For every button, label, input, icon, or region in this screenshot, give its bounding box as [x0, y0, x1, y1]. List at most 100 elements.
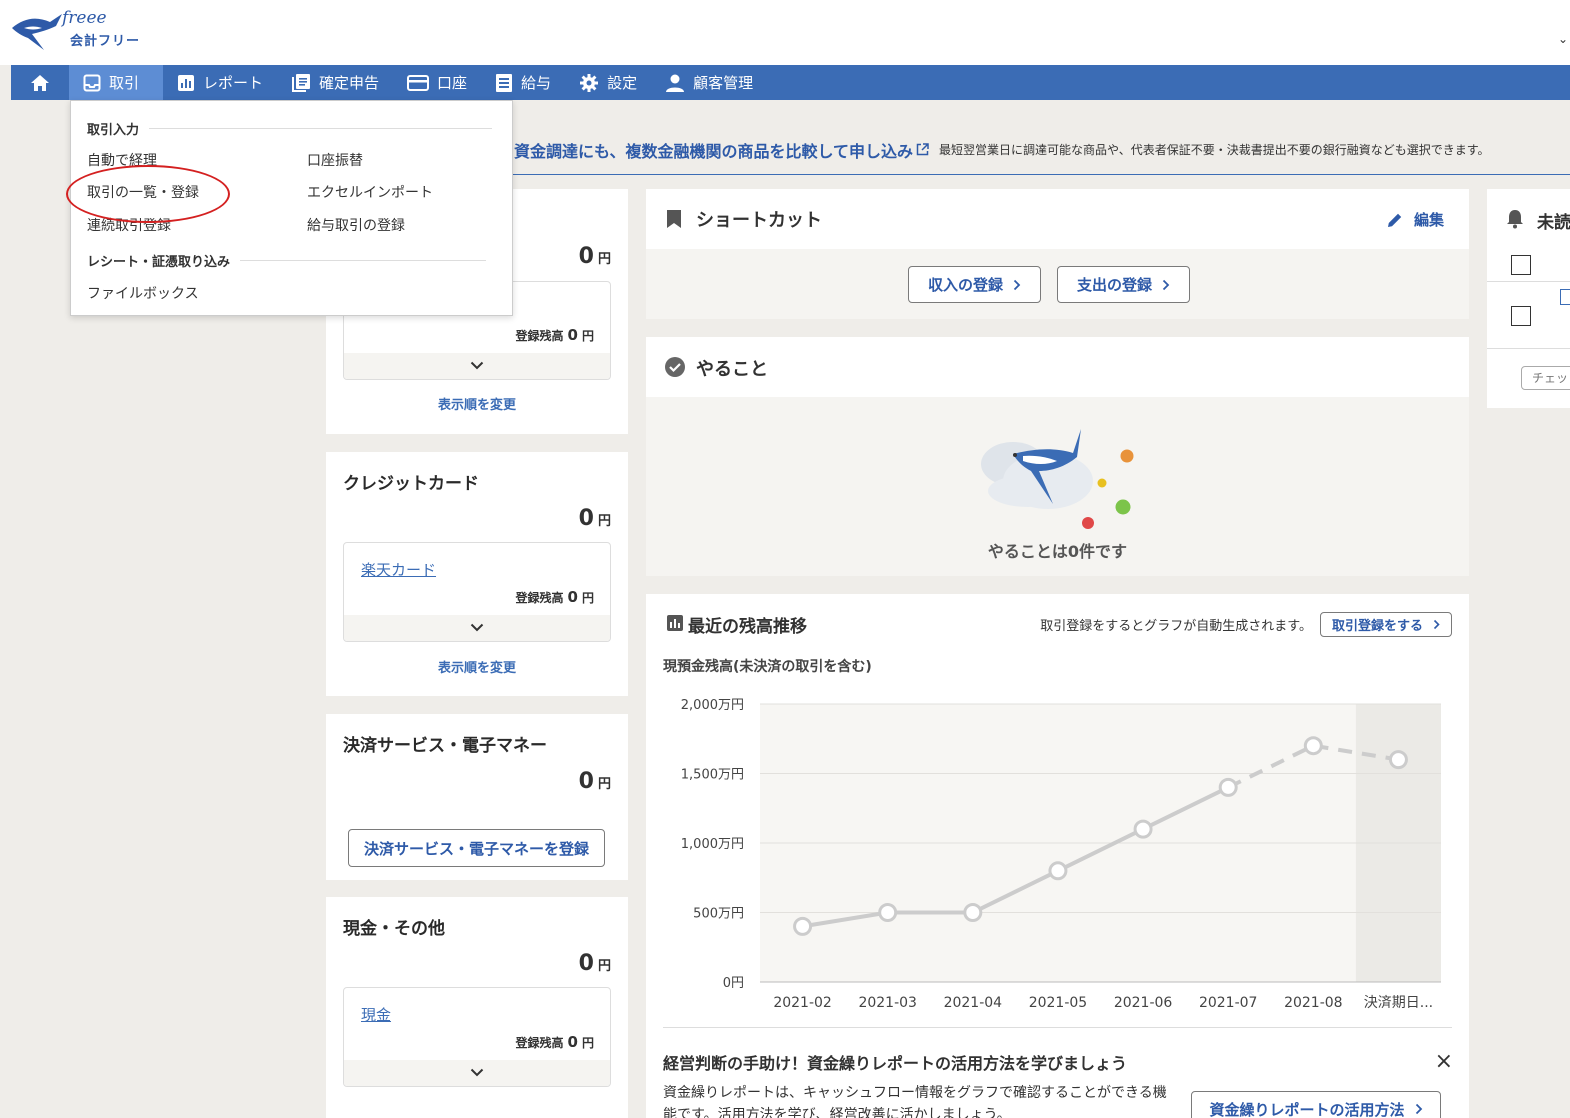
bar-chart-icon	[666, 614, 684, 636]
menu-item-excel-import[interactable]: エクセルインポート	[307, 182, 433, 202]
select-all-checkbox[interactable]	[1511, 255, 1531, 275]
credit-card-icon	[407, 74, 430, 91]
balance-trend-card: 最近の残高推移 取引登録をするとグラフが自動生成されます。 取引登録をする 現預…	[646, 594, 1469, 1118]
x-tick-label: 2021-05	[1029, 995, 1088, 1011]
menu-section-receipts: レシート・証憑取り込み	[87, 251, 487, 270]
menu-item-payroll-transaction[interactable]: 給与取引の登録	[307, 215, 405, 235]
nav-label: 給与	[521, 74, 552, 92]
account-link[interactable]: 現金	[361, 1004, 391, 1025]
data-point	[1048, 861, 1068, 881]
notification-item-preview[interactable]	[1560, 289, 1570, 305]
menu-item-account-transfer[interactable]: 口座振替	[307, 150, 363, 170]
check-circle-icon	[664, 356, 686, 382]
divider	[1487, 348, 1570, 349]
cashflow-report-guide-button[interactable]: 資金繰りレポートの活用方法	[1191, 1091, 1441, 1118]
balance-line-chart: 0円 500万円 1,000万円 1,500万円 2,000万円 2021-02 2021-…	[681, 698, 1441, 1011]
logo-subtitle: 会計フリー	[70, 34, 141, 49]
register-income-button[interactable]: 収入の登録	[908, 266, 1041, 303]
menu-section-entry: 取引入力	[87, 119, 493, 138]
nav-home[interactable]	[11, 65, 69, 100]
nav-customers[interactable]: 顧客管理	[651, 65, 767, 100]
close-icon[interactable]: ×	[1435, 1049, 1453, 1074]
expand-toggle[interactable]	[344, 1060, 610, 1086]
nav-label: 顧客管理	[693, 74, 754, 92]
data-point	[1218, 777, 1238, 797]
expand-toggle[interactable]	[344, 615, 610, 641]
swallow-illustration-icon	[981, 429, 1134, 529]
check-button[interactable]: チェッ	[1521, 366, 1570, 390]
menu-item-auto-bookkeeping[interactable]: 自動で経理	[87, 150, 157, 170]
main-nav: 取引 レポート 確定申告 口座 給与 設定 顧客管理	[11, 65, 1570, 100]
menu-item-file-box[interactable]: ファイルボックス	[87, 283, 199, 303]
gear-icon	[579, 73, 599, 93]
change-order-link[interactable]: 表示順を変更	[326, 657, 628, 676]
menu-item-bulk-registration[interactable]: 連続取引登録	[87, 215, 171, 235]
nav-label: 確定申告	[319, 74, 380, 92]
transactions-dropdown-menu: 取引入力 自動で経理 取引の一覧・登録 連続取引登録 口座振替 エクセルインポー…	[70, 100, 513, 316]
data-point	[1303, 736, 1323, 756]
data-point	[963, 903, 983, 922]
y-tick-label: 500万円	[693, 907, 744, 922]
bank-total: 0円	[578, 244, 611, 269]
freee-logo[interactable]: freee 会計フリー	[10, 6, 150, 56]
expand-toggle[interactable]	[344, 353, 610, 379]
section-label: レシート・証憑取り込み	[87, 255, 231, 270]
x-tick-label: 2021-02	[773, 995, 832, 1011]
nav-reports[interactable]: レポート	[163, 65, 277, 100]
payment-service-card: 決済サービス・電子マネー 0円 決済サービス・電子マネーを登録	[326, 714, 628, 880]
register-transaction-button[interactable]: 取引登録をする	[1320, 612, 1452, 637]
x-tick-label: 2021-04	[944, 995, 1003, 1011]
nav-label: 取引	[109, 74, 140, 92]
external-link-icon	[916, 143, 929, 156]
list-document-icon	[495, 73, 513, 93]
x-tick-label: 2021-03	[858, 995, 917, 1011]
change-order-link[interactable]: 表示順を変更	[326, 394, 628, 413]
button-label: 収入の登録	[927, 276, 1003, 294]
logo-script: freee	[62, 8, 107, 28]
bar-chart-icon	[177, 74, 195, 92]
card-title: 現金・その他	[343, 919, 445, 939]
y-tick-label: 0円	[723, 976, 744, 991]
bank-balance: 登録残高 0 円	[515, 326, 594, 344]
account-link[interactable]: 楽天カード	[361, 559, 436, 580]
card-title: クレジットカード	[343, 474, 479, 494]
register-payment-service-button[interactable]: 決済サービス・電子マネーを登録	[348, 829, 605, 867]
cash-card: 現金・その他 0円 現金 登録残高 0 円	[326, 897, 628, 1118]
nav-accounts[interactable]: 口座	[393, 65, 481, 100]
nav-tax-return[interactable]: 確定申告	[277, 65, 393, 100]
nav-payroll[interactable]: 給与	[481, 65, 565, 100]
credit-account-box: 楽天カード 登録残高 0 円	[343, 542, 611, 642]
person-icon	[665, 73, 685, 93]
edit-label: 編集	[1413, 211, 1444, 229]
divider	[663, 1027, 1452, 1028]
document-stack-icon	[291, 73, 311, 93]
data-point	[1133, 819, 1153, 839]
nav-label: レポート	[203, 74, 264, 92]
x-tick-label: 2021-06	[1114, 995, 1173, 1011]
shortcut-card: ショートカット 編集 収入の登録 支出の登録	[646, 189, 1469, 319]
data-point	[878, 903, 898, 922]
y-tick-label: 2,000万円	[681, 698, 744, 713]
banner-description: 最短翌営業日に調達可能な商品や、代表者保証不要・決裁書提出不要の銀行融資なども選…	[939, 143, 1490, 157]
balance-title: 最近の残高推移	[688, 617, 807, 637]
bookmark-icon	[666, 209, 682, 233]
top-header: freee 会計フリー ⌄	[0, 0, 1570, 65]
chevron-down-icon[interactable]: ⌄	[1558, 32, 1568, 46]
nav-transactions[interactable]: 取引	[69, 65, 163, 100]
payment-total: 0円	[578, 769, 611, 794]
button-label: 資金繰りレポートの活用方法	[1209, 1100, 1405, 1118]
cash-balance: 登録残高 0 円	[515, 1033, 594, 1051]
chevron-down-icon	[470, 358, 484, 374]
chevron-right-icon	[1415, 1103, 1423, 1115]
nav-settings[interactable]: 設定	[565, 65, 651, 100]
todo-content: やることは0件です	[646, 397, 1469, 576]
register-expense-button[interactable]: 支出の登録	[1057, 266, 1190, 303]
financing-link[interactable]: 資金調達にも、複数金融機関の商品を比較して申し込み	[514, 138, 913, 162]
menu-item-transaction-list[interactable]: 取引の一覧・登録	[87, 182, 199, 202]
cash-account-box: 現金 登録残高 0 円	[343, 987, 611, 1087]
chart-note: 取引登録をするとグラフが自動生成されます。	[1040, 619, 1312, 634]
notification-checkbox[interactable]	[1511, 306, 1531, 326]
swallow-logo-icon	[12, 14, 62, 50]
edit-shortcut-button[interactable]: 編集	[1386, 209, 1444, 230]
pencil-icon	[1386, 211, 1404, 229]
